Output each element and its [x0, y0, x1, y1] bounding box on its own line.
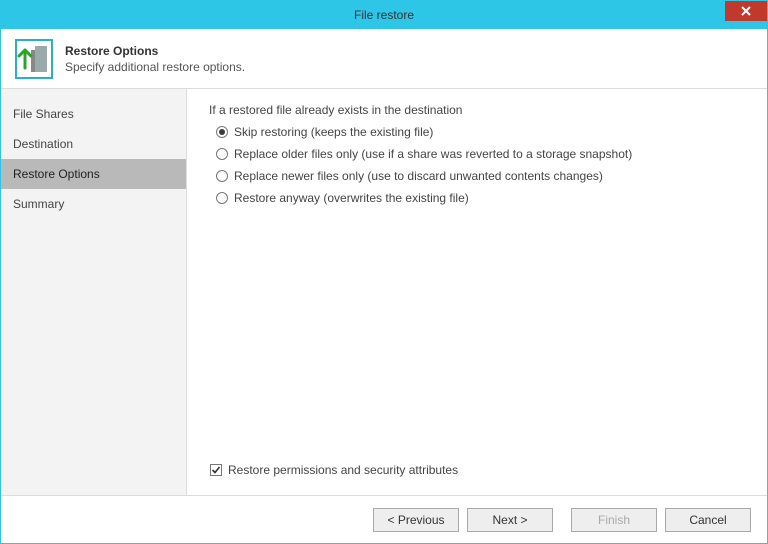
radio-label: Restore anyway (overwrites the existing …: [234, 191, 469, 205]
close-icon: [741, 4, 751, 19]
radio-icon: [215, 126, 228, 139]
radio-label: Skip restoring (keeps the existing file): [234, 125, 433, 139]
sidebar-item-label: Summary: [13, 197, 64, 211]
radio-label: Replace older files only (use if a share…: [234, 147, 632, 161]
previous-button[interactable]: < Previous: [373, 508, 459, 532]
button-label: < Previous: [387, 513, 444, 527]
sidebar-item-file-shares[interactable]: File Shares: [1, 99, 186, 129]
header-title: Restore Options: [65, 44, 245, 58]
checkbox-restore-permissions[interactable]: Restore permissions and security attribu…: [209, 463, 751, 477]
sidebar-item-restore-options[interactable]: Restore Options: [1, 159, 186, 189]
radio-replace-older[interactable]: Replace older files only (use if a share…: [215, 147, 751, 161]
radio-replace-newer[interactable]: Replace newer files only (use to discard…: [215, 169, 751, 183]
conflict-action-radio-group: Skip restoring (keeps the existing file)…: [215, 125, 751, 213]
radio-icon: [215, 148, 228, 161]
window-title: File restore: [354, 8, 414, 22]
next-button[interactable]: Next >: [467, 508, 553, 532]
sidebar-item-label: File Shares: [13, 107, 74, 121]
sidebar-item-summary[interactable]: Summary: [1, 189, 186, 219]
section-label: If a restored file already exists in the…: [209, 103, 751, 117]
sidebar-item-label: Destination: [13, 137, 73, 151]
checkbox-icon: [209, 464, 222, 477]
radio-icon: [215, 192, 228, 205]
restore-options-icon: [13, 38, 55, 80]
wizard-steps-sidebar: File Shares Destination Restore Options …: [1, 89, 187, 495]
cancel-button[interactable]: Cancel: [665, 508, 751, 532]
button-label: Cancel: [689, 513, 726, 527]
radio-restore-anyway[interactable]: Restore anyway (overwrites the existing …: [215, 191, 751, 205]
wizard-body: File Shares Destination Restore Options …: [1, 89, 767, 495]
titlebar: File restore: [1, 1, 767, 29]
radio-skip-restoring[interactable]: Skip restoring (keeps the existing file): [215, 125, 751, 139]
wizard-content: If a restored file already exists in the…: [187, 89, 767, 495]
radio-icon: [215, 170, 228, 183]
sidebar-item-destination[interactable]: Destination: [1, 129, 186, 159]
wizard-header: Restore Options Specify additional resto…: [1, 29, 767, 89]
sidebar-item-label: Restore Options: [13, 167, 100, 181]
radio-label: Replace newer files only (use to discard…: [234, 169, 603, 183]
wizard-footer: < Previous Next > Finish Cancel: [1, 495, 767, 543]
spacer: [209, 213, 751, 463]
checkbox-label: Restore permissions and security attribu…: [228, 463, 458, 477]
button-label: Finish: [598, 513, 630, 527]
finish-button: Finish: [571, 508, 657, 532]
close-button[interactable]: [725, 1, 767, 21]
header-text: Restore Options Specify additional resto…: [65, 44, 245, 74]
header-subtitle: Specify additional restore options.: [65, 60, 245, 74]
wizard-window: File restore Restore Options Specify add…: [0, 0, 768, 544]
button-label: Next >: [492, 513, 527, 527]
